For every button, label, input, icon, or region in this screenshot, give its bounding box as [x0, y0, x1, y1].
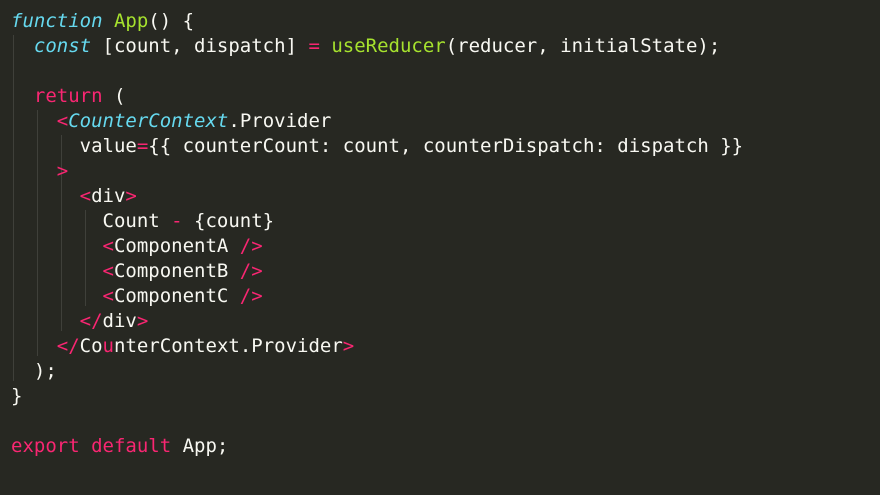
tag-bracket: > [56, 160, 69, 182]
tag-bracket: < [102, 235, 114, 257]
code-line-4: return ( [11, 84, 880, 109]
code-line-15: ); [11, 359, 880, 384]
code-line-2: const [count, dispatch] = useReducer(red… [11, 34, 880, 59]
tag-name: div [102, 310, 137, 332]
keyword-const: const [33, 35, 92, 57]
code-line-1: function App() { [11, 9, 880, 34]
code-text: {count} [182, 210, 275, 232]
code-text: (reducer, initialState); [445, 35, 721, 57]
tag-bracket: </ [79, 310, 103, 332]
component-name: ComponentA [113, 235, 229, 257]
keyword-return: return [33, 85, 103, 107]
code-line-6: value={{ counterCount: count, counterDis… [11, 134, 880, 159]
code-text: ); [33, 360, 57, 382]
code-line-5: <CounterContext.Provider [11, 109, 880, 134]
operator: = [136, 135, 149, 157]
component-name: CounterContext [68, 110, 229, 132]
code-line-18: export default App; [11, 434, 880, 459]
tag-bracket: > [136, 310, 149, 332]
code-text: ( [102, 85, 126, 107]
code-line-10: <ComponentA /> [11, 234, 880, 259]
code-line-13: </div> [11, 309, 880, 334]
code-line-12: <ComponentC /> [11, 284, 880, 309]
function-call: useReducer [331, 35, 446, 57]
code-line-16: } [11, 384, 880, 409]
code-line-9: Count - {count} [11, 209, 880, 234]
operator: - [171, 210, 183, 232]
tag-bracket: /> [228, 260, 263, 282]
code-text: {{ counterCount: count, counterDispatch:… [148, 135, 744, 157]
operator: = [308, 35, 320, 57]
code-line-8: <div> [11, 184, 880, 209]
code-text: App; [171, 435, 229, 457]
code-text: () { [148, 10, 195, 32]
component-name: ComponentB [113, 260, 229, 282]
component-name: nterContext [114, 335, 240, 357]
attribute-name: value [79, 135, 137, 157]
code-editor[interactable]: function App() { const [count, dispatch]… [0, 0, 880, 495]
code-line-14: </CounterContext.Provider> [11, 334, 880, 359]
tag-bracket: /> [228, 285, 263, 307]
tag-bracket: < [102, 285, 114, 307]
tag-bracket: > [342, 335, 355, 357]
keyword-function: function [11, 10, 103, 32]
code-text: .Provider [228, 110, 332, 132]
tag-bracket: /> [228, 235, 263, 257]
tag-bracket: </ [56, 335, 80, 357]
tag-name: div [91, 185, 126, 207]
code-text: [count, dispatch] [91, 35, 309, 57]
keyword-export: export [11, 435, 80, 457]
code-line-11: <ComponentB /> [11, 259, 880, 284]
code-text: .Provider [239, 335, 343, 357]
code-line-7: > [11, 159, 880, 184]
tag-bracket: < [102, 260, 114, 282]
function-name: App [113, 10, 149, 32]
tag-bracket: < [56, 110, 69, 132]
code-text: Count [102, 210, 172, 232]
keyword-default: default [91, 435, 172, 457]
text-cursor-highlight: u [102, 335, 114, 357]
tag-bracket: > [125, 185, 137, 207]
tag-bracket: < [79, 185, 92, 207]
code-text: } [11, 385, 23, 407]
component-name: Co [79, 335, 103, 357]
component-name: ComponentC [113, 285, 229, 307]
